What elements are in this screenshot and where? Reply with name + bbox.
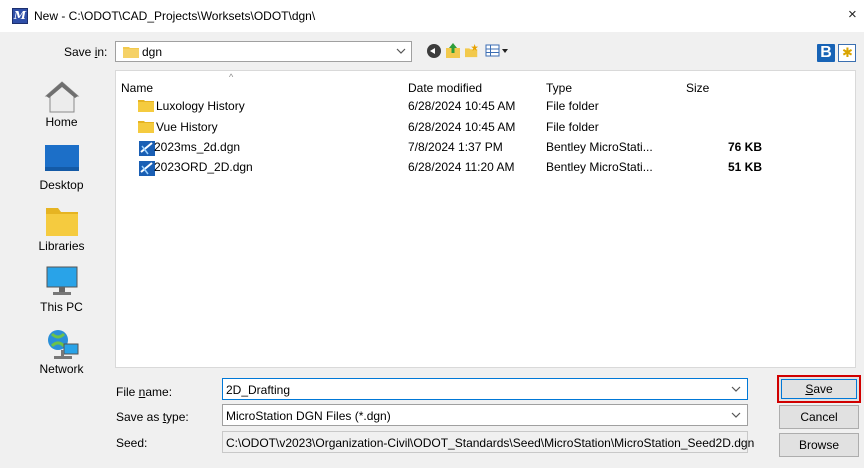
seed-path-field: C:\ODOT\v2023\Organization-Civil\ODOT_St… [222,431,754,453]
sort-indicator-icon: ^ [229,72,234,82]
window-title: New - C:\ODOT\CAD_Projects\Worksets\ODOT… [34,9,316,23]
place-network[interactable]: Network [8,328,115,376]
libraries-icon [45,208,78,236]
place-label: Libraries [38,239,85,253]
places-bar: Home Desktop Libraries This PC Network [8,70,115,438]
view-menu-icon[interactable] [485,43,509,59]
folder-icon [138,100,154,112]
save-in-label: Save in: [64,45,108,59]
file-name-label: File name: [116,385,173,399]
file-row[interactable]: 2023ms_2d.dgn 7/8/2024 1:37 PM Bentley M… [116,137,855,157]
desktop-icon [44,145,79,171]
file-date: 7/8/2024 1:37 PM [408,140,503,154]
chevron-down-icon [396,48,406,54]
place-this-pc[interactable]: This PC [8,266,115,314]
seed-label: Seed: [116,436,148,450]
title-bar: M New - C:\ODOT\CAD_Projects\Worksets\OD… [0,0,864,32]
favorites-icon[interactable] [838,44,856,62]
folder-icon [123,47,139,58]
place-label: Network [39,362,84,376]
place-desktop[interactable]: Desktop [8,144,115,192]
file-name: 2023ORD_2D.dgn [154,160,253,174]
save-as-type-value: MicroStation DGN Files (*.dgn) [226,409,391,423]
file-date: 6/28/2024 11:20 AM [408,160,515,174]
place-label: This PC [40,300,83,314]
place-label: Desktop [39,178,84,192]
file-row[interactable]: Vue History 6/28/2024 10:45 AM File fold… [116,117,855,137]
chevron-down-icon [731,412,741,418]
place-label: Home [45,115,78,129]
column-header-type[interactable]: Type [546,81,572,95]
save-in-value: dgn [142,45,163,59]
place-home[interactable]: Home [8,80,115,129]
save-as-type-label: Save as type: [116,410,189,424]
file-row[interactable]: 2023ORD_2D.dgn 6/28/2024 11:20 AM Bentle… [116,157,855,177]
folder-icon [138,121,154,133]
file-size: 76 KB [727,140,762,154]
this-pc-icon [46,266,77,295]
column-header-size[interactable]: Size [686,81,709,95]
column-header-date-modified[interactable]: Date modified [408,81,482,95]
file-list[interactable]: ^ Name Date modified Type Size Luxology … [115,70,856,368]
file-type: File folder [546,120,599,134]
up-folder-icon[interactable] [446,43,460,59]
home-icon [44,81,79,113]
save-as-type-dropdown[interactable]: MicroStation DGN Files (*.dgn) [222,404,748,426]
file-row[interactable]: Luxology History 6/28/2024 10:45 AM File… [116,96,855,116]
back-icon[interactable] [427,44,441,58]
file-type: File folder [546,99,599,113]
file-name: Luxology History [156,99,245,113]
column-header-name[interactable]: Name [121,81,153,95]
bentley-b-icon[interactable]: B [817,44,835,62]
new-folder-icon[interactable] [465,43,479,59]
file-name: 2023ms_2d.dgn [154,140,241,154]
file-name-input[interactable]: 2D_Drafting [222,378,748,400]
place-libraries[interactable]: Libraries [8,206,115,253]
microstation-app-icon: M [12,8,28,24]
seed-path-value: C:\ODOT\v2023\Organization-Civil\ODOT_St… [226,436,755,450]
close-icon[interactable]: × [848,6,857,23]
save-button[interactable]: Save [777,375,861,403]
file-name-value: 2D_Drafting [226,383,291,397]
file-type: Bentley MicroStati... [546,140,653,154]
cancel-button[interactable]: Cancel [779,405,859,429]
file-date: 6/28/2024 10:45 AM [408,99,516,113]
file-type: Bentley MicroStati... [546,160,653,174]
file-name: Vue History [156,120,218,134]
save-in-dropdown[interactable]: dgn [115,41,412,62]
network-icon [47,330,78,359]
file-size: 51 KB [727,160,762,174]
browse-button[interactable]: Browse [779,433,859,457]
chevron-down-icon[interactable] [731,381,741,397]
file-date: 6/28/2024 10:45 AM [408,120,516,134]
